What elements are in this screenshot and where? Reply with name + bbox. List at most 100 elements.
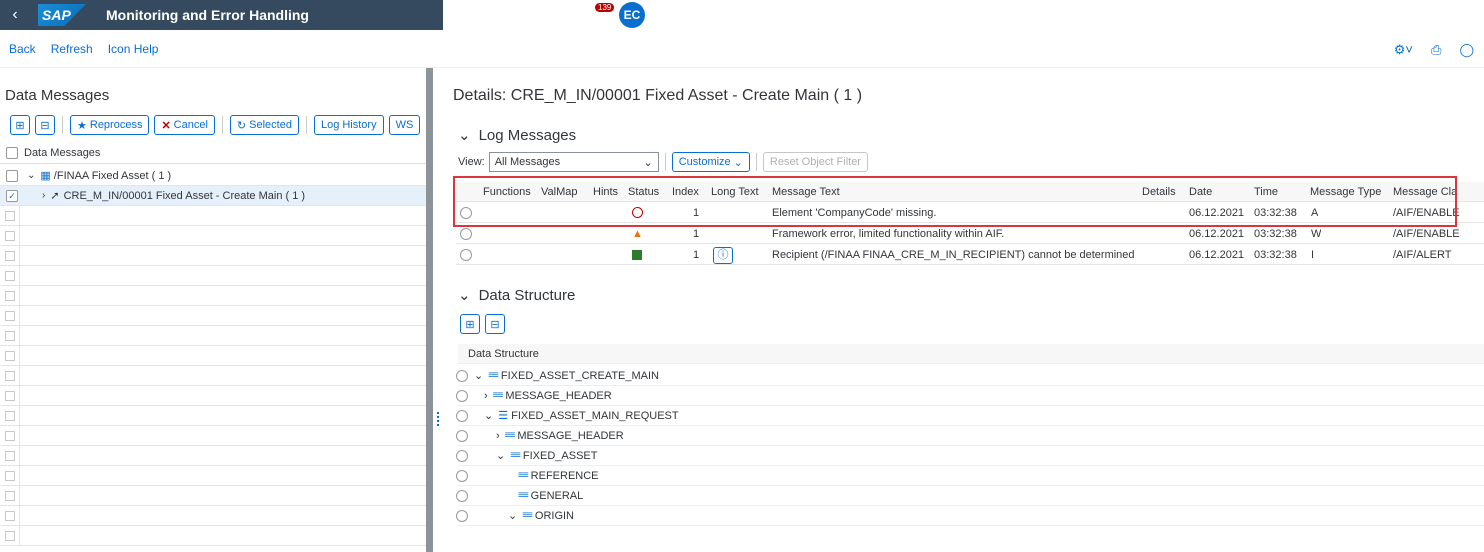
row-radio[interactable] — [456, 369, 468, 382]
reset-filter-button[interactable]: Reset Object Filter — [762, 152, 868, 172]
select-all-checkbox[interactable] — [6, 146, 18, 159]
row-radio[interactable] — [456, 509, 468, 522]
tree-row-selected[interactable]: ✓ › ➚ CRE_M_IN/00001 Fixed Asset - Creat… — [0, 186, 426, 206]
row-checkbox[interactable] — [0, 225, 20, 246]
chevron-down-icon[interactable]: ⌄ — [496, 449, 505, 462]
row-radio[interactable] — [456, 409, 468, 422]
empty-row — [0, 385, 426, 406]
row-checkbox[interactable] — [0, 505, 20, 526]
shell-bar: ‹ SAP Monitoring and Error Handling ⚲ Ⓜ … — [0, 0, 1484, 30]
refresh-link[interactable]: Refresh — [51, 42, 93, 56]
joule-icon[interactable]: Ⓜ — [477, 5, 511, 25]
row-checkbox[interactable] — [0, 285, 20, 306]
help-icon[interactable]: ⓘ — [713, 245, 733, 265]
notification-icon[interactable]: ♫ 139 — [579, 3, 615, 23]
row-checkbox[interactable] — [0, 385, 20, 406]
tree-row[interactable]: ⌄ ≡≡ FIXED_ASSET — [456, 446, 1484, 466]
row-checkbox[interactable] — [6, 169, 18, 182]
logo-text: SAP — [42, 7, 71, 23]
log-section-header[interactable]: ⌄ Log Messages — [458, 126, 576, 145]
collapse-all-icon: ⊟ — [40, 119, 50, 132]
ds-header-label: Data Structure — [468, 347, 539, 360]
row-radio[interactable] — [456, 227, 476, 240]
cancel-button[interactable]: ✕ Cancel — [154, 115, 215, 135]
row-radio[interactable] — [456, 429, 468, 442]
table-icon: ≡≡ — [488, 370, 499, 381]
sap-logo[interactable]: SAP — [38, 4, 86, 26]
row-checkbox[interactable] — [0, 265, 20, 286]
row-radio[interactable] — [456, 469, 468, 482]
chevron-down-icon[interactable]: ⌄ — [458, 126, 471, 144]
tree-row[interactable]: ⌄ ☰ FIXED_ASSET_MAIN_REQUEST — [456, 406, 1484, 426]
feedback-icon[interactable]: ✎ — [511, 7, 545, 24]
empty-row — [0, 345, 426, 366]
row-checkbox[interactable] — [0, 365, 20, 386]
avatar[interactable]: EC — [619, 2, 645, 28]
row-checkbox[interactable] — [0, 305, 20, 326]
row-checkbox[interactable] — [0, 345, 20, 366]
reprocess-button[interactable]: ★ Reprocess — [70, 115, 150, 135]
chevron-down-icon[interactable]: ⌄ — [27, 170, 35, 181]
row-checkbox[interactable] — [0, 525, 20, 546]
tree-row[interactable]: ≡≡ GENERAL — [456, 486, 1484, 506]
log-history-button[interactable]: Log History — [313, 115, 384, 135]
tree-node-label: /FINAA Fixed Asset ( 1 ) — [53, 169, 172, 182]
ws-button[interactable]: WS — [388, 115, 421, 135]
expand-all-button[interactable]: ⊞ — [460, 314, 480, 334]
warning-status-icon: ▲ — [632, 228, 643, 240]
chevron-down-icon[interactable]: ⌄ — [474, 369, 483, 382]
tree-row[interactable]: ⌄ ≡≡ FIXED_ASSET_CREATE_MAIN — [456, 366, 1484, 386]
print-icon[interactable]: ⎙ — [1431, 42, 1441, 58]
chevron-down-icon[interactable]: ⌄ — [484, 409, 493, 422]
back-link[interactable]: Back — [9, 42, 36, 56]
row-checkbox[interactable] — [0, 325, 20, 346]
table-row[interactable]: ▲ 1 Framework error, limited functionali… — [456, 224, 1484, 244]
row-radio[interactable] — [456, 489, 468, 502]
search-icon[interactable]: ⚲ — [443, 7, 477, 24]
row-checkbox[interactable] — [0, 485, 20, 506]
splitter-grip[interactable] — [437, 412, 439, 426]
row-checkbox[interactable] — [0, 405, 20, 426]
splitter[interactable] — [426, 68, 433, 552]
icon-help-link[interactable]: Icon Help — [108, 42, 159, 56]
row-checkbox[interactable] — [0, 465, 20, 486]
row-checkbox[interactable] — [0, 425, 20, 446]
row-checkbox-checked[interactable]: ✓ — [6, 189, 18, 202]
help-icon[interactable]: ⓘ — [545, 5, 579, 25]
tree-row[interactable]: ⌄ ≡≡ ORIGIN — [456, 506, 1484, 526]
table-icon: ≡≡ — [510, 450, 521, 461]
row-radio[interactable] — [456, 248, 476, 261]
chevron-right-icon[interactable]: › — [42, 190, 45, 201]
tree-row[interactable]: › ≡≡ MESSAGE_HEADER — [456, 426, 1484, 446]
collapse-all-button[interactable]: ⊟ — [35, 115, 55, 135]
view-select[interactable]: All Messages ⌄ — [488, 152, 659, 172]
collapse-all-button[interactable]: ⊟ — [485, 314, 505, 334]
row-radio[interactable] — [456, 389, 468, 402]
row-checkbox[interactable] — [0, 245, 20, 266]
row-checkbox[interactable] — [0, 205, 20, 226]
chevron-right-icon[interactable]: › — [496, 430, 500, 442]
chevron-right-icon[interactable]: › — [484, 390, 488, 402]
empty-row — [0, 305, 426, 326]
tree-row[interactable]: ≡≡ REFERENCE — [456, 466, 1484, 486]
back-nav-icon[interactable]: ‹ — [0, 6, 30, 24]
expand-all-icon: ⊞ — [465, 318, 475, 331]
row-radio[interactable] — [456, 449, 468, 462]
table-row[interactable]: 1 ⓘ Recipient (/FINAA FINAA_CRE_M_IN_REC… — [456, 245, 1484, 265]
settings-icon[interactable]: ⚙˅ — [1394, 42, 1413, 58]
tree-row[interactable]: ⌄ ▦ /FINAA Fixed Asset ( 1 ) — [0, 166, 426, 186]
chevron-down-icon[interactable]: ⌄ — [508, 509, 517, 522]
row-checkbox[interactable] — [0, 445, 20, 466]
more-icon[interactable]: ◯ — [1459, 42, 1474, 58]
ds-section-header[interactable]: ⌄ Data Structure — [458, 286, 575, 305]
customize-button[interactable]: Customize ⌄ — [671, 152, 750, 172]
tree-row[interactable]: › ≡≡ MESSAGE_HEADER — [456, 386, 1484, 406]
expand-all-button[interactable]: ⊞ — [10, 115, 30, 135]
tree-node-label: REFERENCE — [530, 469, 599, 482]
separator — [664, 153, 666, 171]
chevron-down-icon[interactable]: ⌄ — [458, 286, 471, 304]
selected-button[interactable]: ↻ Selected — [229, 115, 299, 135]
table-icon: ≡≡ — [492, 390, 504, 401]
ds-header: Data Structure — [458, 344, 1484, 364]
row-index: 1 — [693, 249, 700, 261]
